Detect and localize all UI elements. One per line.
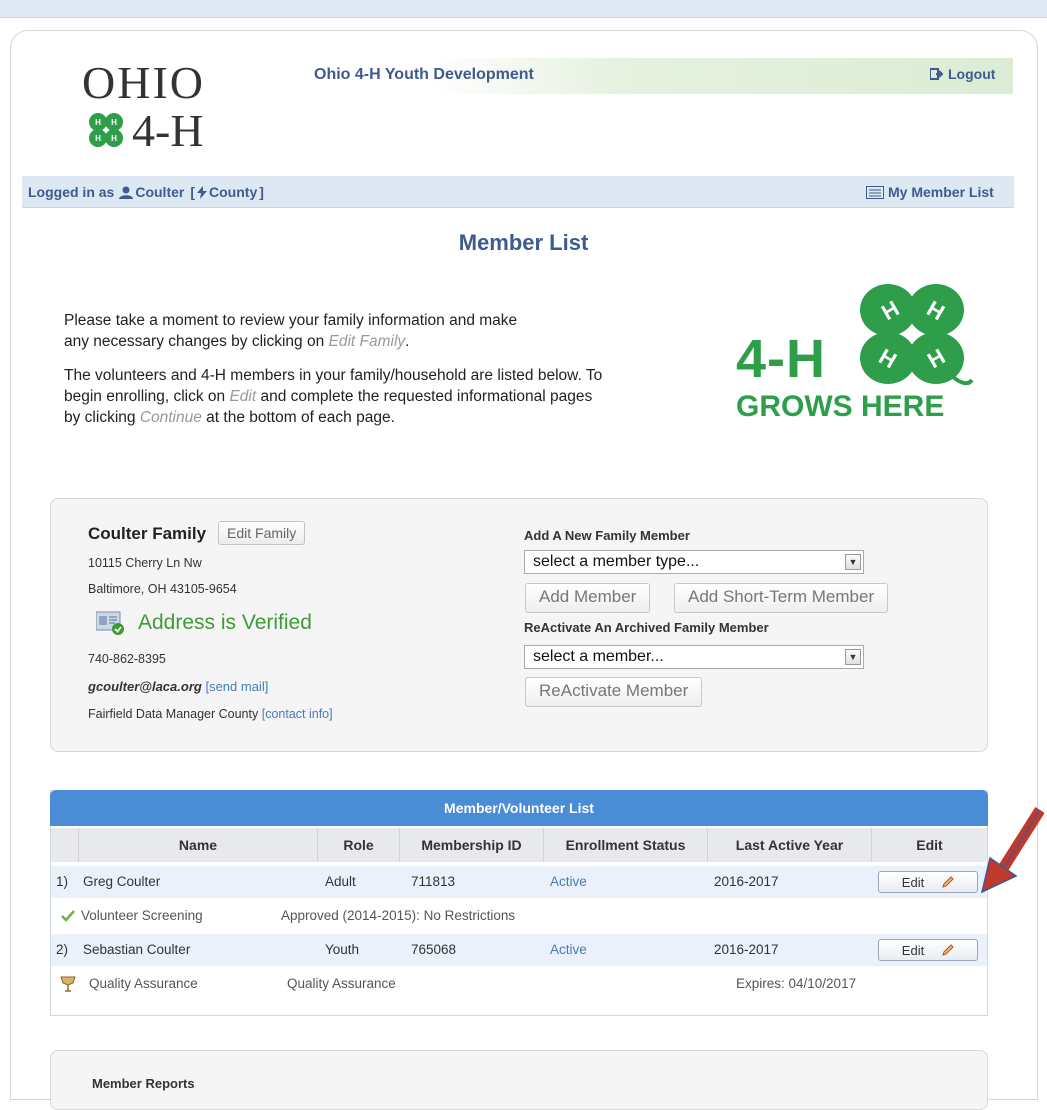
column-membership-id[interactable]: Membership ID bbox=[400, 828, 544, 862]
logout-link[interactable]: Logout bbox=[930, 66, 995, 82]
row-last-active-year: 2016-2017 bbox=[714, 874, 779, 889]
member-reports-title: Member Reports bbox=[92, 1076, 195, 1091]
send-mail-link[interactable]: [send mail] bbox=[205, 679, 268, 694]
edit-family-inline-link[interactable]: Edit Family bbox=[329, 333, 406, 350]
column-name[interactable]: Name bbox=[79, 828, 318, 862]
subrow-label: Volunteer Screening bbox=[81, 908, 203, 923]
logout-label: Logout bbox=[948, 66, 996, 82]
edit-button-label: Edit bbox=[901, 942, 925, 958]
row-name: Sebastian Coulter bbox=[83, 942, 191, 957]
logo-4h-text: 4-H bbox=[132, 105, 204, 156]
logged-in-status: Logged in as Coulter [ County ] bbox=[28, 184, 264, 200]
intro-paragraph-1: Please take a moment to review your fami… bbox=[64, 312, 518, 350]
svg-text:H: H bbox=[95, 118, 101, 127]
logo-ohio-text: OHIO bbox=[82, 57, 205, 108]
member-type-select[interactable]: select a member type... ▼ bbox=[524, 550, 864, 574]
subrow-expires: Expires: 04/10/2017 bbox=[736, 976, 857, 991]
archived-member-select-value: select a member... bbox=[533, 648, 664, 665]
contact-info-link[interactable]: [contact info] bbox=[262, 707, 333, 721]
column-role[interactable]: Role bbox=[318, 828, 400, 862]
row-last-active-year: 2016-2017 bbox=[714, 942, 779, 957]
table-subrow: Volunteer Screening Approved (2014-2015)… bbox=[51, 900, 987, 932]
logged-in-prefix: Logged in as bbox=[28, 184, 115, 200]
clover-icon: H H H H bbox=[860, 284, 974, 386]
add-new-member-label: Add A New Family Member bbox=[524, 528, 690, 543]
table-row: 2) Sebastian Coulter Youth 765068 Active… bbox=[51, 934, 987, 966]
user-role[interactable]: County bbox=[209, 184, 257, 200]
check-icon bbox=[61, 910, 75, 922]
phone-number: 740-862-8395 bbox=[88, 652, 166, 666]
annotation-arrow-icon bbox=[980, 807, 1044, 894]
verified-text: Address is Verified bbox=[138, 611, 312, 634]
dropdown-arrow-icon: ▼ bbox=[845, 649, 861, 665]
subrow-label: Quality Assurance bbox=[89, 976, 198, 991]
my-member-list-link[interactable]: My Member List bbox=[866, 184, 994, 200]
pencil-icon bbox=[942, 876, 954, 888]
4h-grows-here-logo: H H H H 4-H GROWS HERE bbox=[730, 270, 980, 430]
email-address: gcoulter@laca.org bbox=[88, 679, 202, 694]
manager-name: Fairfield Data Manager County bbox=[88, 707, 259, 721]
page-title: Member List bbox=[458, 230, 589, 255]
row-enrollment-status: Active bbox=[550, 874, 587, 889]
verified-card-icon bbox=[96, 611, 124, 635]
edit-family-button[interactable]: Edit Family bbox=[218, 521, 306, 545]
member-type-select-value: select a member type... bbox=[533, 553, 700, 570]
subrow-value: Quality Assurance bbox=[287, 976, 396, 991]
grows-here-text: GROWS HERE bbox=[736, 390, 945, 423]
email-line: gcoulter@laca.org [send mail] bbox=[88, 679, 268, 694]
table-subrow: Quality Assurance Quality Assurance Expi… bbox=[51, 968, 987, 1000]
ohio-4h-logo: OHIO HH HH 4-H bbox=[82, 56, 262, 166]
edit-member-button[interactable]: Edit bbox=[878, 939, 978, 961]
column-edit: Edit bbox=[872, 828, 987, 862]
intro-paragraph-2: The volunteers and 4-H members in your f… bbox=[64, 367, 603, 426]
clover-icon: HH HH bbox=[89, 113, 123, 147]
add-member-button[interactable]: Add Member bbox=[525, 583, 651, 613]
dropdown-arrow-icon: ▼ bbox=[845, 554, 861, 570]
edit-member-button[interactable]: Edit bbox=[878, 871, 978, 893]
intro-text: Please take a moment to review your fami… bbox=[64, 310, 624, 441]
row-index: 1) bbox=[56, 874, 69, 889]
table-title: Member/Volunteer List bbox=[50, 790, 988, 826]
row-index: 2) bbox=[56, 942, 69, 957]
column-index bbox=[51, 828, 79, 862]
logout-icon bbox=[930, 68, 944, 80]
column-enrollment-status[interactable]: Enrollment Status bbox=[544, 828, 708, 862]
edit-inline-link: Edit bbox=[229, 388, 257, 405]
row-name: Greg Coulter bbox=[83, 874, 161, 889]
table-row: 1) Greg Coulter Adult 711813 Active 2016… bbox=[51, 866, 987, 898]
row-membership-id: 711813 bbox=[411, 874, 456, 889]
row-role: Adult bbox=[325, 874, 356, 889]
role-close-bracket: ] bbox=[259, 184, 264, 200]
site-title: Ohio 4-H Youth Development bbox=[314, 66, 534, 83]
award-icon bbox=[60, 976, 76, 992]
svg-text:H: H bbox=[111, 134, 117, 143]
subrow-value: Approved (2014-2015): No Restrictions bbox=[281, 908, 516, 923]
pencil-icon bbox=[942, 944, 954, 956]
continue-inline-link: Continue bbox=[139, 409, 202, 426]
browser-top-strip bbox=[0, 0, 1047, 18]
address-line-1: 10115 Cherry Ln Nw bbox=[88, 556, 202, 570]
family-name: Coulter Family bbox=[88, 524, 207, 543]
add-short-term-member-button[interactable]: Add Short-Term Member bbox=[674, 583, 889, 613]
role-open-bracket: [ bbox=[190, 184, 196, 200]
my-member-list-label: My Member List bbox=[888, 184, 994, 200]
column-last-active-year[interactable]: Last Active Year bbox=[708, 828, 872, 862]
user-name[interactable]: Coulter bbox=[135, 184, 184, 200]
reactivate-member-button[interactable]: ReActivate Member bbox=[525, 677, 703, 707]
address-verified: Address is Verified bbox=[96, 610, 312, 636]
edit-button-label: Edit bbox=[901, 874, 925, 890]
archived-member-select[interactable]: select a member... ▼ bbox=[524, 645, 864, 669]
row-enrollment-status: Active bbox=[550, 942, 587, 957]
lightning-icon bbox=[197, 185, 208, 199]
svg-text:H: H bbox=[111, 118, 117, 127]
row-role: Youth bbox=[325, 942, 360, 957]
row-membership-id: 765068 bbox=[411, 942, 457, 957]
address-line-2: Baltimore, OH 43105-9654 bbox=[88, 582, 237, 596]
manager-line: Fairfield Data Manager County [contact i… bbox=[88, 707, 333, 721]
user-icon bbox=[119, 186, 134, 199]
reactivate-label: ReActivate An Archived Family Member bbox=[524, 620, 769, 635]
list-icon bbox=[866, 185, 884, 199]
grows-4h-text: 4-H bbox=[736, 329, 827, 389]
svg-text:H: H bbox=[95, 134, 101, 143]
